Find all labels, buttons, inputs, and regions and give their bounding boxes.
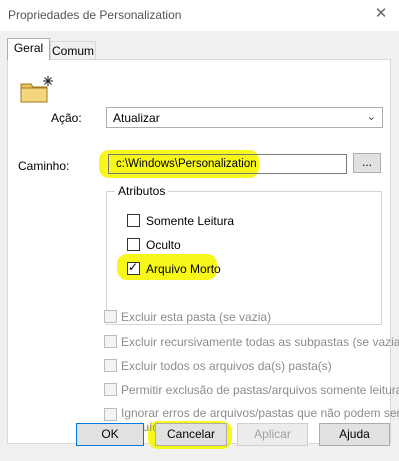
checkbox-permitir-exclusao[interactable] [104,383,117,396]
checkbox-label: Oculto [146,238,181,252]
title-bar: Propriedades de Personalization ✕ [0,0,399,31]
option-label: Excluir esta pasta (se vazia) [121,310,272,324]
action-label: Ação: [51,111,82,125]
option-label: Permitir exclusão de pastas/arquivos som… [121,383,399,397]
dialog-body: Geral Comum Ação: Atualizar ⌄ Caminho: c… [0,31,399,461]
checkbox-ignorar-erros[interactable] [104,408,117,421]
path-input[interactable]: c:\Windows\Personalization [108,154,347,174]
path-value: c:\Windows\Personalization [116,158,257,170]
action-select[interactable]: Atualizar ⌄ [106,107,383,128]
ok-button[interactable]: OK [76,423,144,446]
cancel-button[interactable]: Cancelar [155,423,227,446]
window-title: Propriedades de Personalization [8,8,182,22]
checkbox-label: Somente Leitura [146,214,235,228]
chevron-down-icon: ⌄ [366,111,376,123]
checkbox-somente-leitura[interactable] [127,214,140,227]
tab-geral[interactable]: Geral [7,38,50,60]
option-label: Excluir recursivamente todas as subpasta… [121,335,399,349]
close-icon[interactable]: ✕ [373,5,389,23]
checkbox-excluir-pasta[interactable] [104,310,117,323]
browse-button[interactable]: ... [353,153,381,173]
folder-star-icon [20,76,53,103]
attributes-title: Atributos [115,184,169,198]
tab-comum[interactable]: Comum [50,41,96,60]
tab-panel-geral: Ação: Atualizar ⌄ Caminho: c:\Windows\Pe… [7,59,399,444]
checkbox-arquivo-morto[interactable] [127,260,140,275]
attributes-group: Atributos Somente Leitura Oculto Arquivo… [106,184,382,325]
option-label: Ignorar erros de arquivos/pastas que não… [121,406,399,420]
path-label: Caminho: [18,159,70,173]
checkbox-excluir-subpastas[interactable] [104,335,117,348]
help-button[interactable]: Ajuda [319,423,390,446]
apply-button[interactable]: Aplicar [237,423,308,446]
action-selected-value: Atualizar [113,111,160,125]
checkbox-oculto[interactable] [127,238,140,251]
checkbox-excluir-arquivos[interactable] [104,359,117,372]
option-label: Excluir todos os arquivos da(s) pasta(s) [121,359,332,373]
checkbox-label: Arquivo Morto [146,262,221,276]
